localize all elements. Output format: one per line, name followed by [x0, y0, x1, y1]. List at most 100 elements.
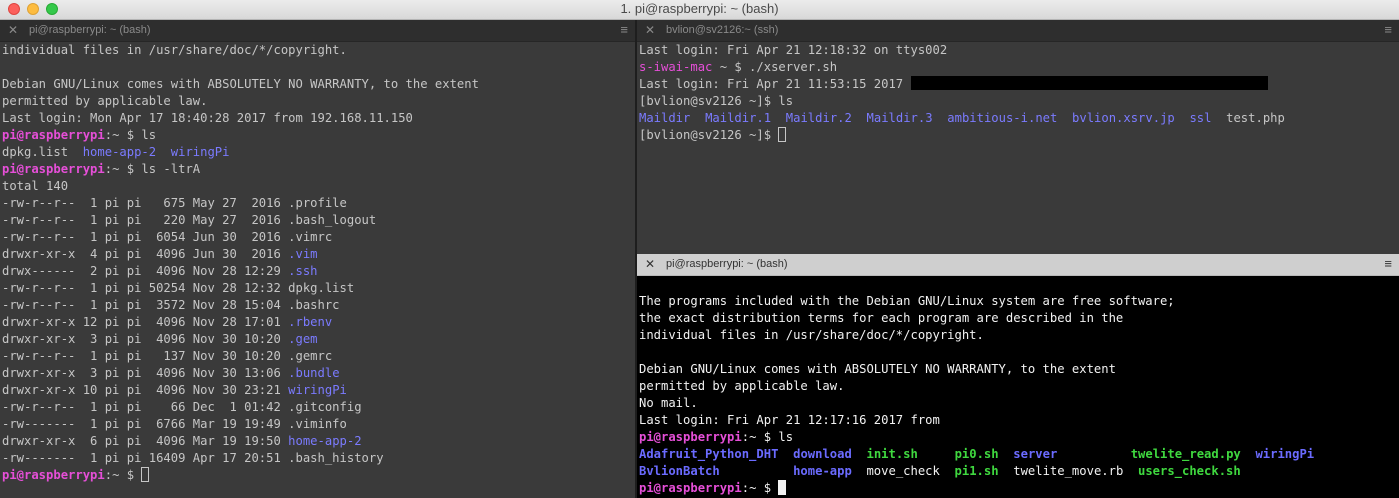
pane-tab-bar[interactable]: ✕ pi@raspberrypi: ~ (bash) ≡	[637, 254, 1399, 276]
terminal-text: :~ $ ls -ltrA	[104, 162, 201, 176]
terminal-line: drwxr-xr-x 12 pi pi 4096 Nov 28 17:01 .r…	[2, 314, 635, 331]
terminal-line: -rw-r--r-- 1 pi pi 675 May 27 2016 .prof…	[2, 195, 635, 212]
terminal-line: drwxr-xr-x 3 pi pi 4096 Nov 30 10:20 .ge…	[2, 331, 635, 348]
pane-title: bvlion@sv2126:~ (ssh)	[666, 24, 779, 36]
directory-entry: wiringPi	[170, 145, 230, 159]
terminal-line: -rw-r--r-- 1 pi pi 3572 Nov 28 15:04 .ba…	[2, 297, 635, 314]
terminal-line: Last login: Fri Apr 21 11:53:15 2017	[639, 76, 1399, 93]
terminal-text: [bvlion@sv2126 ~]$	[639, 128, 779, 142]
executable-entry: users_check.sh	[1137, 464, 1241, 478]
terminal-text: :~ $	[741, 481, 779, 495]
close-icon[interactable]: ✕	[645, 257, 655, 271]
terminal-line: individual files in /usr/share/doc/*/cop…	[2, 42, 635, 59]
executable-entry: pi1.sh	[954, 464, 999, 478]
terminal-pane-left[interactable]: ✕ pi@raspberrypi: ~ (bash) ≡ individual …	[0, 20, 635, 498]
terminal-text: drwxr-xr-x 3 pi pi 4096 Nov 30 13:06	[2, 366, 289, 380]
terminal-text: permitted by applicable law.	[2, 94, 208, 108]
close-icon[interactable]: ✕	[645, 23, 655, 37]
directory-entry: .ssh	[288, 264, 318, 278]
terminal-line: -rw-r--r-- 1 pi pi 6054 Jun 30 2016 .vim…	[2, 229, 635, 246]
hamburger-menu-icon[interactable]: ≡	[1384, 23, 1392, 36]
directory-entry: .bundle	[288, 366, 340, 380]
prompt-host: pi@raspberrypi	[2, 128, 105, 142]
terminal-text: The programs included with the Debian GN…	[639, 294, 1175, 308]
directory-entry: Maildir.1	[705, 111, 772, 125]
terminal-text: move_check	[851, 464, 955, 478]
terminal-line: drwx------ 2 pi pi 4096 Nov 28 12:29 .ss…	[2, 263, 635, 280]
directory-entry: Maildir.2	[785, 111, 852, 125]
directory-entry: wiringPi	[288, 383, 347, 397]
terminal-line: [bvlion@sv2126 ~]$ ls	[639, 93, 1399, 110]
prompt-host: pi@raspberrypi	[2, 162, 105, 176]
terminal-line: s-iwai-mac ~ $ ./xserver.sh	[639, 59, 1399, 76]
window-title: 1. pi@raspberrypi: ~ (bash)	[620, 1, 779, 16]
directory-entry: bvlion.xsrv.jp	[1072, 111, 1175, 125]
prompt-host: pi@raspberrypi	[639, 430, 742, 444]
terminal-text: Last login: Fri Apr 21 12:18:32 on ttys0…	[639, 43, 948, 57]
terminal-text: ~ $ ./xserver.sh	[712, 60, 838, 74]
terminal-line: -rw-r--r-- 1 pi pi 220 May 27 2016 .bash…	[2, 212, 635, 229]
terminal-line: Debian GNU/Linux comes with ABSOLUTELY N…	[2, 76, 635, 93]
terminal-line: drwxr-xr-x 6 pi pi 4096 Mar 19 19:50 hom…	[2, 433, 635, 450]
terminal-line: drwxr-xr-x 10 pi pi 4096 Nov 30 23:21 wi…	[2, 382, 635, 399]
terminal-line: -rw-r--r-- 1 pi pi 137 Nov 30 10:20 .gem…	[2, 348, 635, 365]
terminal-text: Debian GNU/Linux comes with ABSOLUTELY N…	[2, 77, 479, 91]
terminal-output[interactable]: The programs included with the Debian GN…	[637, 276, 1399, 498]
terminal-text: drwxr-xr-x 3 pi pi 4096 Nov 30 10:20	[2, 332, 289, 346]
terminal-text: dpkg.list	[2, 145, 83, 159]
terminal-cursor	[778, 127, 787, 142]
prompt-host: pi@raspberrypi	[639, 481, 742, 495]
executable-entry: twelite_read.py	[1130, 447, 1241, 461]
terminal-output[interactable]: individual files in /usr/share/doc/*/cop…	[0, 42, 635, 498]
terminal-line: -rw-r--r-- 1 pi pi 50254 Nov 28 12:32 dp…	[2, 280, 635, 297]
terminal-line: -rw------- 1 pi pi 6766 Mar 19 19:49 .vi…	[2, 416, 635, 433]
terminal-text: -rw-r--r-- 1 pi pi 66 Dec 1 01:42 .gitco…	[2, 400, 362, 414]
directory-entry: .vim	[288, 247, 318, 261]
terminal-text: permitted by applicable law.	[639, 379, 845, 393]
terminal-text: twelite_move.rb	[998, 464, 1138, 478]
executable-entry: init.sh	[866, 447, 918, 461]
terminal-text: the exact distribution terms for each pr…	[639, 311, 1124, 325]
close-icon[interactable]: ✕	[8, 23, 18, 37]
terminal-line: drwxr-xr-x 4 pi pi 4096 Jun 30 2016 .vim	[2, 246, 635, 263]
terminal-text: individual files in /usr/share/doc/*/cop…	[2, 43, 347, 57]
terminal-output[interactable]: Last login: Fri Apr 21 12:18:32 on ttys0…	[637, 42, 1399, 254]
terminal-text: :~ $	[104, 468, 142, 482]
terminal-text: drwxr-xr-x 10 pi pi 4096 Nov 30 23:21	[2, 383, 289, 397]
terminal-line: BvlionBatch home-app move_check pi1.sh t…	[639, 463, 1399, 480]
terminal-pane-bottom-right[interactable]: ✕ pi@raspberrypi: ~ (bash) ≡ The program…	[637, 254, 1399, 498]
pane-tab-bar[interactable]: ✕ pi@raspberrypi: ~ (bash) ≡	[0, 20, 635, 42]
terminal-text: -rw-r--r-- 1 pi pi 220 May 27 2016 .bash…	[2, 213, 377, 227]
terminal-text: No mail.	[639, 396, 698, 410]
prompt-host: pi@raspberrypi	[2, 468, 105, 482]
window-titlebar: 1. pi@raspberrypi: ~ (bash)	[0, 0, 1399, 20]
directory-entry: ambitious-i.net	[947, 111, 1058, 125]
terminal-line: Last login: Fri Apr 21 12:18:32 on ttys0…	[639, 42, 1399, 59]
terminal-cursor	[141, 467, 150, 482]
terminal-pane-top-right[interactable]: ✕ bvlion@sv2126:~ (ssh) ≡ Last login: Fr…	[637, 20, 1399, 254]
terminal-line: pi@raspberrypi:~ $ ls	[639, 429, 1399, 446]
terminal-text: Last login: Fri Apr 21 11:53:15 2017	[639, 77, 911, 91]
terminal-text: -rw-r--r-- 1 pi pi 675 May 27 2016 .prof…	[2, 196, 347, 210]
terminal-text: drwxr-xr-x 12 pi pi 4096 Nov 28 17:01	[2, 315, 289, 329]
hamburger-menu-icon[interactable]: ≡	[1384, 257, 1392, 270]
terminal-text: -rw-r--r-- 1 pi pi 6054 Jun 30 2016 .vim…	[2, 230, 333, 244]
prompt-host: s-iwai-mac	[639, 60, 713, 74]
pane-tab-bar[interactable]: ✕ bvlion@sv2126:~ (ssh) ≡	[637, 20, 1399, 42]
terminal-text: Last login: Mon Apr 17 18:40:28 2017 fro…	[2, 111, 413, 125]
terminal-text: drwxr-xr-x 6 pi pi 4096 Mar 19 19:50	[2, 434, 289, 448]
hamburger-menu-icon[interactable]: ≡	[620, 23, 628, 36]
terminal-line: pi@raspberrypi:~ $ ls -ltrA	[2, 161, 635, 178]
directory-entry: .gem	[288, 332, 318, 346]
directory-entry: ssl	[1189, 111, 1212, 125]
terminal-text: -rw------- 1 pi pi 16409 Apr 17 20:51 .b…	[2, 451, 384, 465]
executable-entry: pi0.sh	[954, 447, 999, 461]
pane-title: pi@raspberrypi: ~ (bash)	[29, 24, 151, 36]
